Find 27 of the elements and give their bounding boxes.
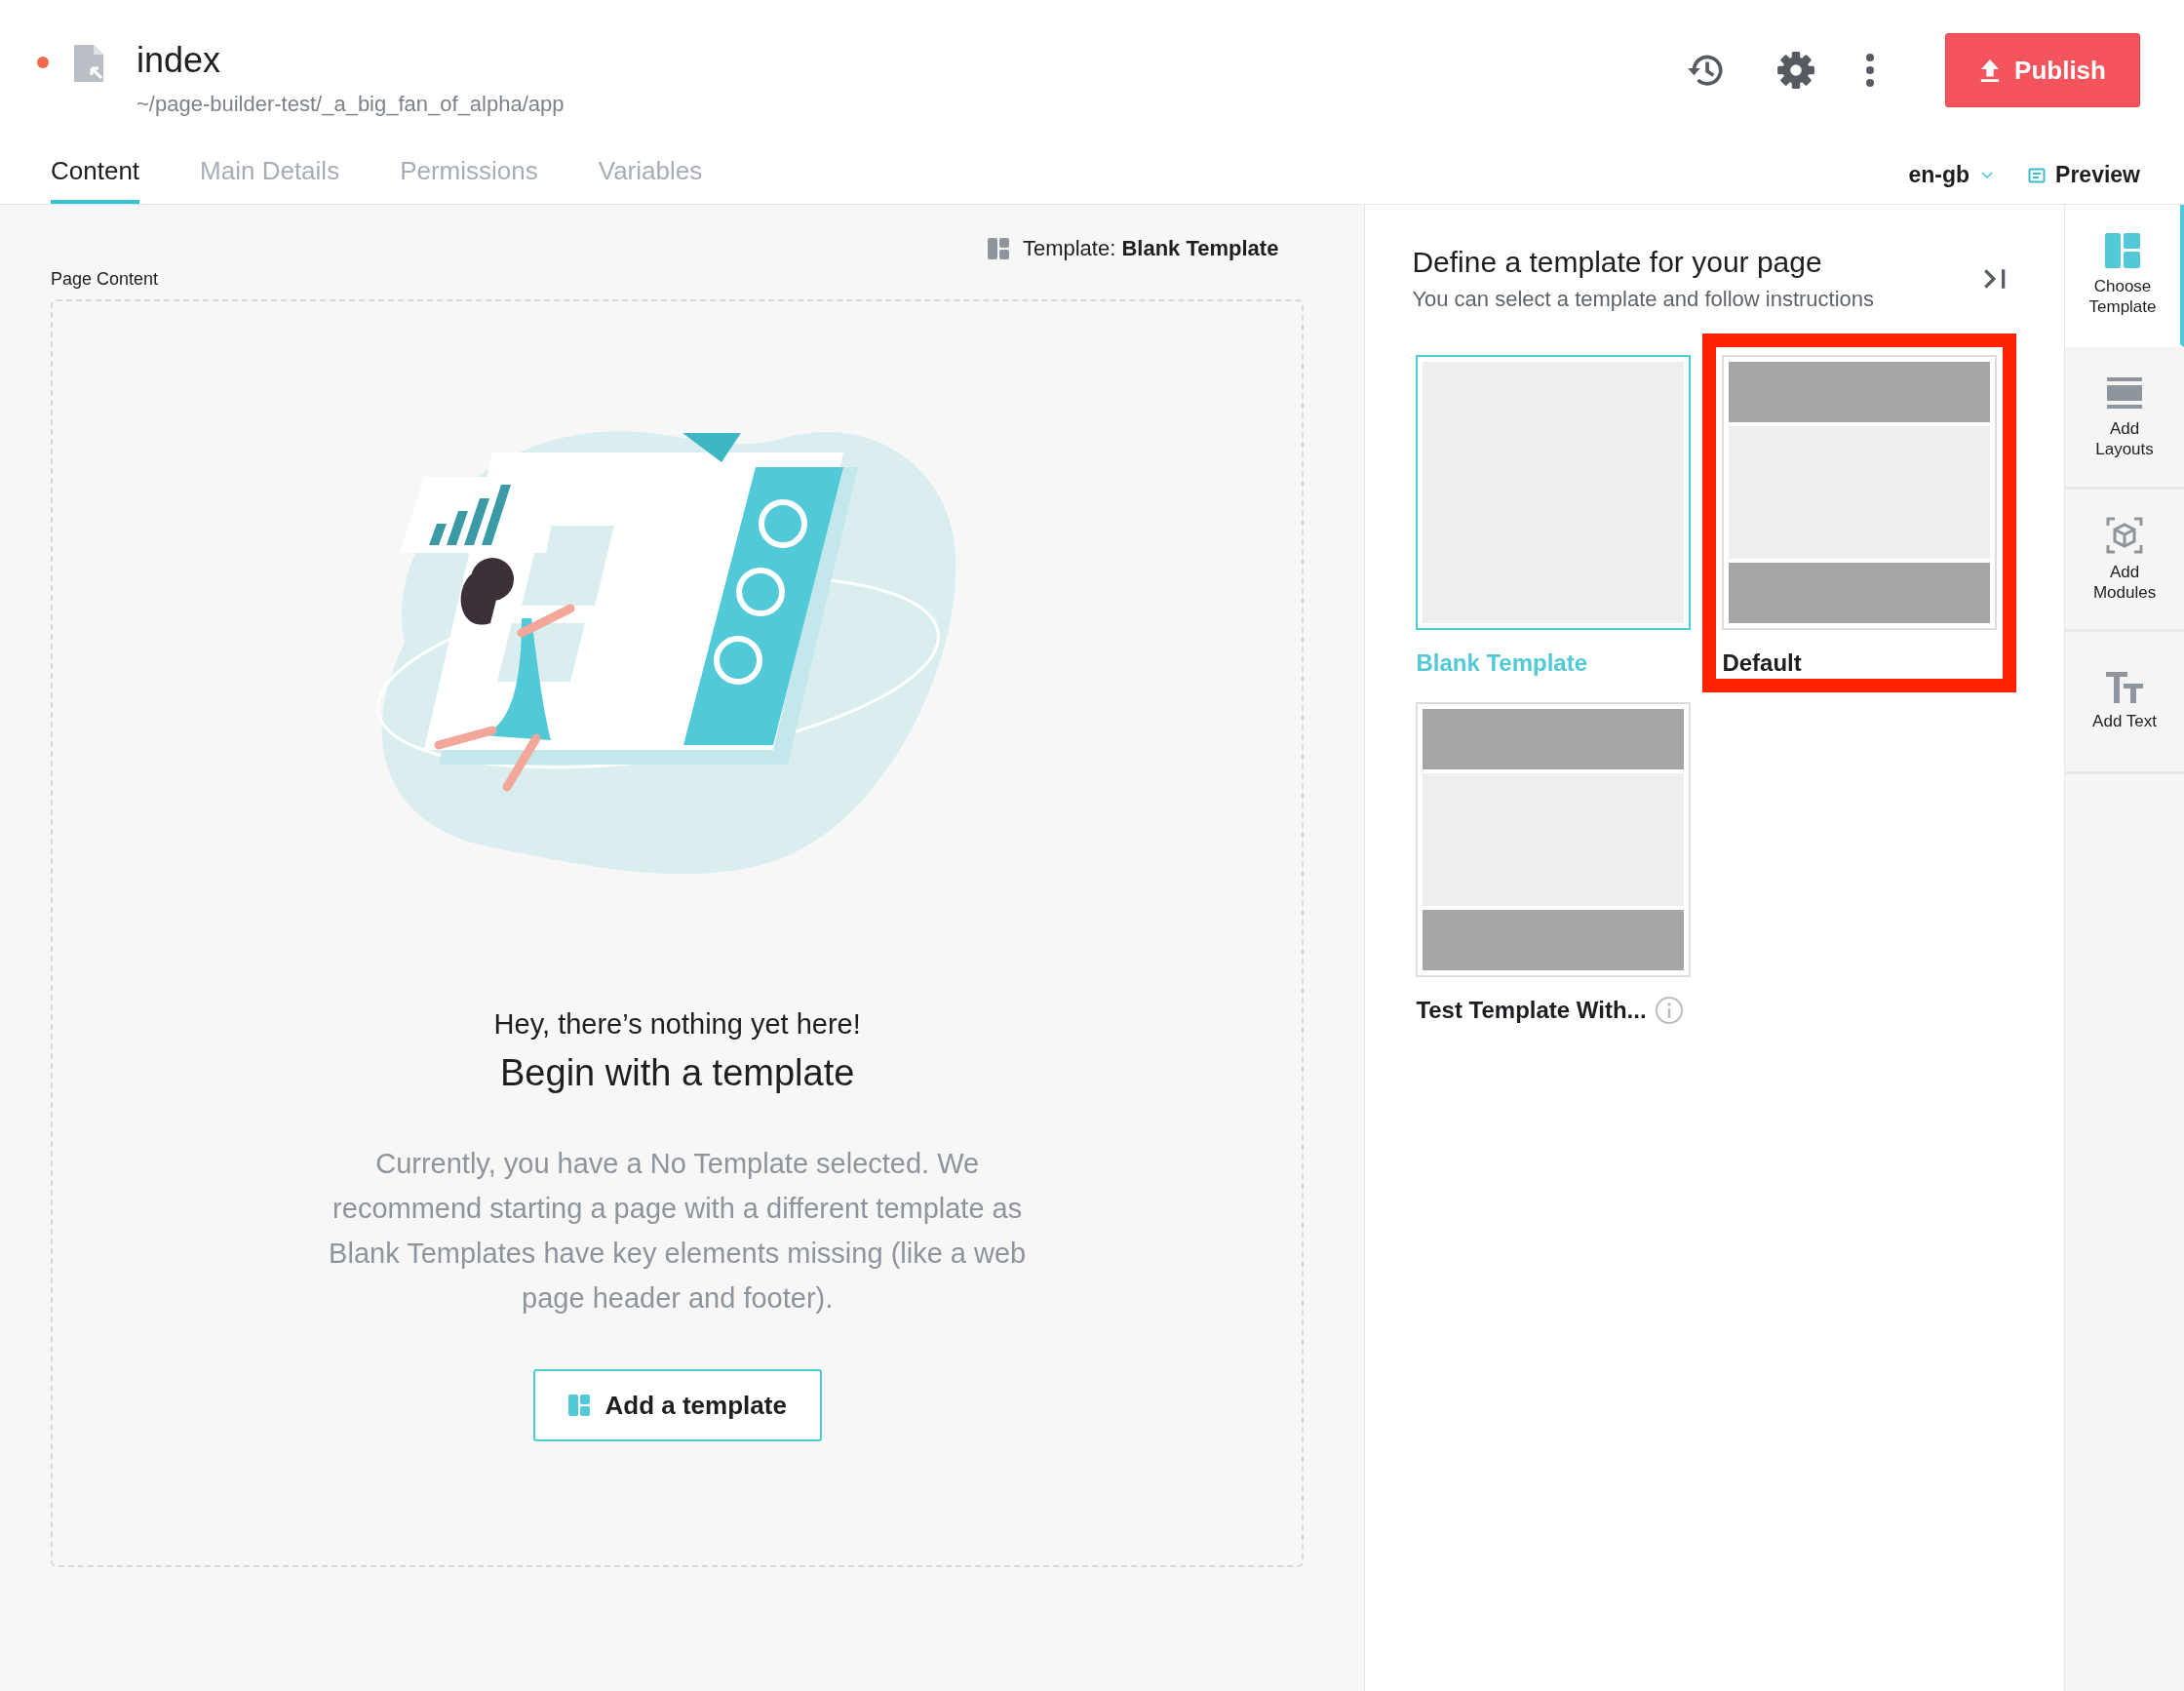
empty-title: Begin with a template: [500, 1052, 855, 1094]
more-icon[interactable]: [1865, 53, 1875, 88]
template-icon: [567, 1395, 590, 1416]
section-label: Page Content: [51, 269, 160, 290]
empty-message: Currently, you have a No Template selected. We recommend starting a page with a different template as Blank Templates have key elements missing (like a web page header and footer).: [328, 1147, 1028, 1316]
settings-icon[interactable]: [1775, 50, 1816, 91]
preview-button[interactable]: Preview: [2028, 162, 2140, 188]
layouts-icon: [2107, 374, 2142, 411]
cube-icon: [2106, 516, 2143, 554]
template-name: Test Template With...: [1416, 997, 1647, 1024]
template-icon: [987, 238, 1009, 259]
template-icon: [2105, 232, 2140, 268]
sidebar-item[interactable]: Choose Template: [2065, 205, 2184, 347]
panel-subtitle: You can select a template and follow instructions: [1412, 287, 1875, 312]
text-icon: [2106, 672, 2143, 703]
current-template: Template: Blank Template: [1022, 236, 1279, 261]
page-title: index: [136, 39, 222, 82]
empty-heading: Hey, there’s nothing yet here!: [493, 1008, 861, 1041]
document-icon: [2028, 166, 2047, 184]
chevron-down-icon: [1981, 171, 1994, 179]
template-name: Default: [1722, 649, 1802, 677]
upload-icon: [1979, 58, 2002, 83]
template-name: Blank Template: [1416, 649, 1587, 677]
add-template-button[interactable]: Add a template: [532, 1369, 822, 1441]
page-path: ~/page-builder-test/_a_big_fan_of_alpha/app: [136, 92, 565, 117]
locale-dropdown[interactable]: en-gb: [1908, 162, 1994, 188]
panel-title: Define a template for your page: [1412, 246, 1823, 279]
